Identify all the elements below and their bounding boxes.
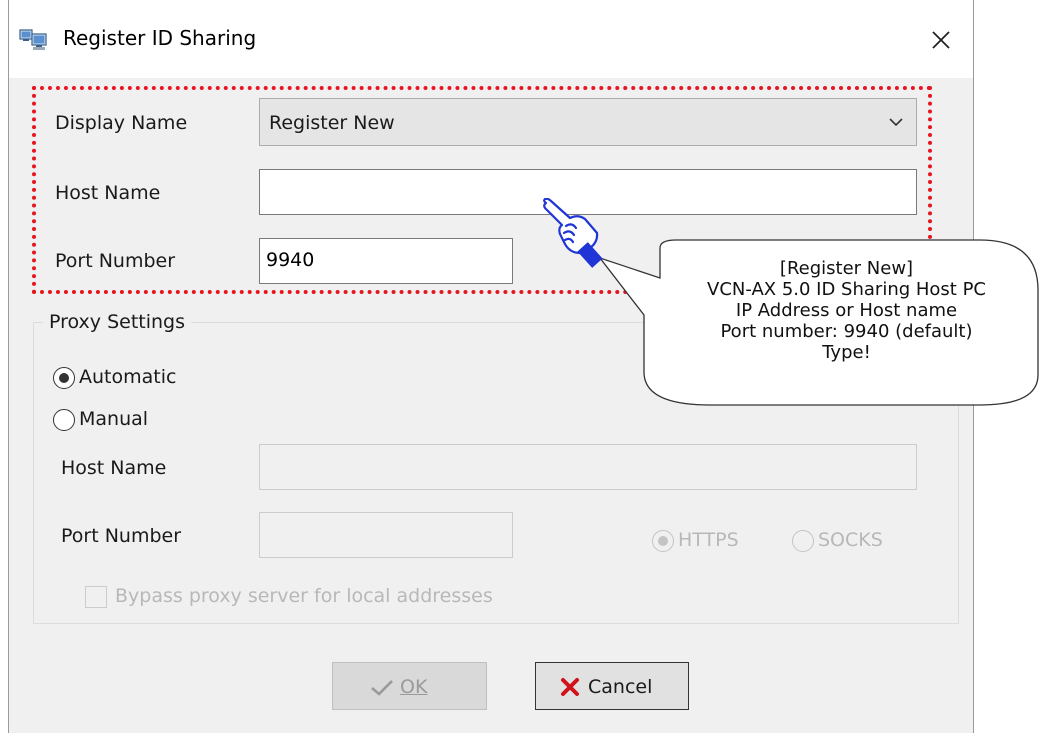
port-number-input[interactable]: 9940 [259,238,513,284]
radio-selected-dot [657,535,668,546]
callout-line: Port number: 9940 (default) [720,321,973,342]
bypass-proxy-label[interactable]: Bypass proxy server for local addresses [115,585,493,607]
socks-label[interactable]: SOCKS [818,529,883,551]
manual-label[interactable]: Manual [79,408,148,430]
pointing-hand-icon [543,198,603,268]
automatic-radio[interactable] [53,367,75,389]
red-x-icon [561,678,579,696]
cancel-label: Cancel [588,676,653,698]
proxy-port-number-input[interactable] [259,512,513,558]
ok-label: OK [400,676,428,698]
title-bar: Register ID Sharing [9,0,973,78]
callout-text: [Register New] VCN-AX 5.0 ID Sharing Hos… [654,258,1039,363]
port-number-value: 9940 [266,249,315,271]
window-title: Register ID Sharing [63,26,257,50]
host-name-label: Host Name [55,182,161,204]
callout-line: VCN-AX 5.0 ID Sharing Host PC [707,279,986,300]
network-computers-icon [19,29,47,50]
proxy-host-name-label: Host Name [61,457,167,479]
socks-radio[interactable] [792,530,814,552]
proxy-host-name-input[interactable] [259,444,917,490]
https-radio[interactable] [652,530,674,552]
display-name-select[interactable]: Register New [259,98,917,146]
chevron-down-icon [889,118,903,127]
automatic-label[interactable]: Automatic [79,366,176,388]
manual-radio[interactable] [53,409,75,431]
proxy-port-number-label: Port Number [61,525,182,547]
callout-line: [Register New] [779,258,914,279]
port-number-label: Port Number [55,250,176,272]
bypass-proxy-checkbox[interactable] [85,586,107,608]
checkmark-icon [371,680,393,696]
proxy-settings-title: Proxy Settings [43,311,192,333]
cancel-button[interactable]: Cancel [535,662,689,710]
callout-line: Type! [822,342,871,363]
radio-selected-dot [58,372,69,383]
https-label[interactable]: HTTPS [678,529,739,551]
close-icon[interactable] [921,20,961,60]
display-name-label: Display Name [55,112,188,134]
callout-line: IP Address or Host name [735,300,958,321]
display-name-value: Register New [269,112,395,134]
ok-button[interactable]: OK [332,662,487,710]
